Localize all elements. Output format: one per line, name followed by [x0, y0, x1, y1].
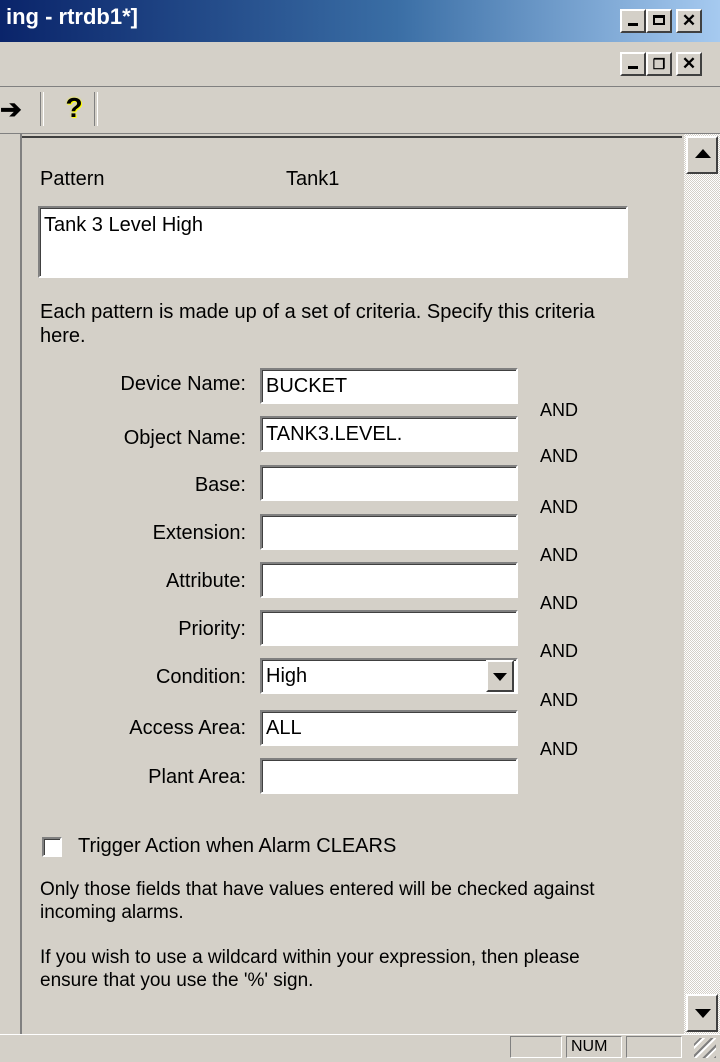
restore-icon: ❐: [652, 56, 666, 72]
condition-dropdown-button[interactable]: [486, 660, 514, 692]
and-label: AND: [540, 545, 579, 565]
base-field[interactable]: [260, 465, 518, 501]
title-bar: ing - rtrdb1*]: [0, 0, 720, 42]
and-label: AND: [540, 446, 579, 466]
condition-label: Condition:: [155, 666, 246, 688]
minimize-icon: [628, 23, 638, 26]
arrow-up-icon: [695, 149, 711, 158]
pattern-description-field[interactable]: Tank 3 Level High: [38, 206, 628, 278]
maximize-button[interactable]: [646, 9, 672, 33]
note-wildcard: If you wish to use a wildcard within you…: [40, 947, 580, 991]
toolbar: [0, 87, 720, 134]
note-fields-checked: Only those fields that have values enter…: [40, 879, 595, 923]
base-label: Base:: [194, 474, 246, 496]
plant-area-label: Plant Area:: [148, 766, 246, 788]
maximize-icon: [653, 15, 665, 25]
plant-area-field[interactable]: [260, 758, 518, 794]
toolbar-separator: [40, 92, 44, 126]
scroll-down-button[interactable]: [686, 994, 718, 1032]
and-label: AND: [540, 641, 579, 661]
minimize-button[interactable]: [620, 9, 646, 33]
status-num-indicator: NUM: [566, 1036, 622, 1058]
menu-bar: [0, 42, 720, 87]
and-label: AND: [540, 739, 579, 759]
close-icon: ✕: [681, 54, 697, 73]
and-label: AND: [540, 690, 579, 710]
intro-text: Each pattern is made up of a set of crit…: [40, 301, 595, 347]
access-area-label: Access Area:: [129, 717, 246, 739]
extension-field[interactable]: [260, 514, 518, 550]
toolbar-separator: [94, 92, 98, 126]
arrow-right-icon[interactable]: ➔: [0, 94, 22, 124]
device-name-field[interactable]: BUCKET: [260, 368, 518, 404]
close-icon: ✕: [681, 11, 697, 30]
child-minimize-button[interactable]: [620, 52, 646, 76]
condition-select[interactable]: High: [260, 658, 518, 694]
extension-label: Extension:: [152, 522, 246, 544]
client-frame-left: [0, 134, 22, 1034]
window-title: ing - rtrdb1*]: [6, 4, 138, 29]
scroll-up-button[interactable]: [686, 136, 718, 174]
and-label: AND: [540, 497, 579, 517]
status-pane-blank: [510, 1036, 562, 1058]
pattern-name: Tank1: [286, 168, 340, 190]
object-name-label: Object Name:: [123, 427, 246, 449]
access-area-field[interactable]: ALL: [260, 710, 518, 746]
close-button[interactable]: ✕: [676, 9, 702, 33]
attribute-field[interactable]: [260, 562, 518, 598]
attribute-label: Attribute:: [165, 570, 246, 592]
and-label: AND: [540, 400, 579, 420]
priority-field[interactable]: [260, 610, 518, 646]
vertical-scrollbar[interactable]: [684, 134, 720, 1034]
help-icon[interactable]: ?: [60, 92, 88, 124]
device-name-label: Device Name:: [120, 373, 246, 395]
arrow-down-icon: [695, 1009, 711, 1018]
child-close-button[interactable]: ✕: [676, 52, 702, 76]
and-label: AND: [540, 593, 579, 613]
pattern-label: Pattern: [40, 168, 105, 190]
resize-grip-icon[interactable]: [694, 1038, 716, 1058]
trigger-on-clear-label: Trigger Action when Alarm CLEARS: [78, 835, 397, 857]
trigger-on-clear-checkbox[interactable]: [42, 837, 62, 857]
minimize-icon: [628, 66, 638, 69]
object-name-field[interactable]: TANK3.LEVEL.: [260, 416, 518, 452]
chevron-down-icon: [493, 673, 507, 681]
child-restore-button[interactable]: ❐: [646, 52, 672, 76]
status-pane-blank: [626, 1036, 682, 1058]
priority-label: Priority:: [178, 618, 246, 640]
